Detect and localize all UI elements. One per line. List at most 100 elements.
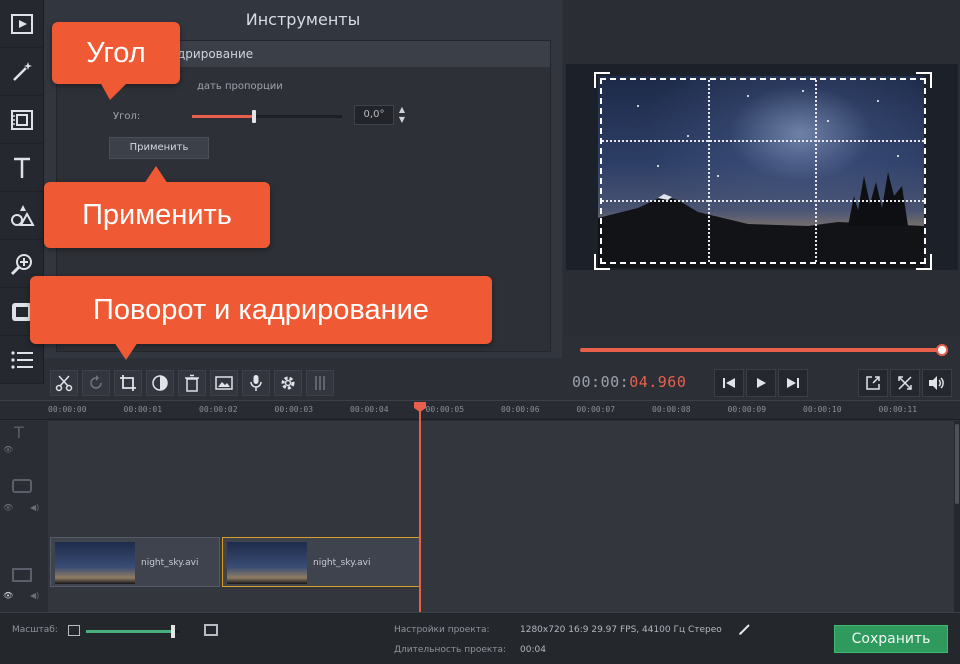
keep-ratio-label[interactable]: дать пропорции (197, 81, 283, 92)
color-adjust-button[interactable] (146, 370, 174, 396)
project-settings-label: Настройки проекта: (394, 625, 490, 635)
gear-icon (281, 376, 295, 390)
timeline-scroll-thumb[interactable] (955, 424, 959, 504)
playback-progress-bar[interactable] (580, 348, 942, 352)
zoom-label: Масштаб: (12, 625, 58, 635)
timeline-ruler[interactable]: 00:00:00 00:00:01 00:00:02 00:00:03 00:00:04… (0, 400, 960, 420)
delete-button[interactable] (178, 370, 206, 396)
pencil-icon[interactable] (738, 622, 752, 636)
ruler-tick-label: 00:00:02 (199, 405, 238, 414)
angle-slider[interactable] (192, 110, 342, 123)
crop-handle-top-left[interactable] (594, 72, 610, 88)
speaker-icon[interactable]: ◀) (30, 591, 39, 600)
skip-back-icon (723, 378, 735, 388)
speaker-icon[interactable]: ◀) (30, 503, 39, 512)
crop-grid-line (708, 80, 711, 262)
eye-icon[interactable]: 👁 (3, 445, 13, 454)
play-button[interactable] (746, 369, 776, 397)
image-icon (215, 376, 233, 390)
preview-frame (566, 64, 958, 270)
speaker-icon (929, 376, 944, 390)
crop-button[interactable] (114, 370, 142, 396)
ruler-tick-label: 00:00:04 (350, 405, 389, 414)
text-icon (14, 157, 30, 178)
angle-input[interactable]: 0,0° (354, 105, 394, 125)
callout-angle: Угол (52, 22, 180, 100)
ruler-tick-label: 00:00:01 (123, 405, 163, 414)
zoom-slider[interactable] (86, 625, 180, 638)
clip-name: night_sky.avi (141, 558, 199, 568)
ruler-tick-label: 00:00:06 (501, 405, 540, 414)
rail-titles-button[interactable] (0, 144, 44, 192)
rotate-button[interactable] (82, 370, 110, 396)
ruler-tick-label: 00:00:03 (274, 405, 314, 414)
crop-grid-line (602, 140, 924, 143)
crop-handle-bottom-right[interactable] (916, 254, 932, 270)
settings-button[interactable] (274, 370, 302, 396)
angle-label: Угол: (113, 111, 141, 122)
ruler-tick-label: 00:00:08 (652, 405, 691, 414)
callout-rotate-crop: Поворот и кадрирование (30, 276, 492, 360)
voice-record-button[interactable] (242, 370, 270, 396)
timecode-current: 04.960 (629, 373, 687, 391)
clip-properties-button[interactable] (210, 370, 238, 396)
rail-stickers-button[interactable] (0, 192, 44, 240)
crop-grid-line (814, 80, 817, 262)
crop-handle-top-right[interactable] (916, 72, 932, 88)
eye-icon[interactable]: 👁 (3, 503, 13, 512)
crop-grid-line (602, 200, 924, 203)
project-duration-value: 00:04 (520, 645, 546, 655)
cut-button[interactable] (50, 370, 78, 396)
callout-apply: Применить (44, 166, 270, 248)
project-duration-label: Длительность проекта: (394, 645, 507, 655)
playback-progress-handle[interactable] (936, 344, 948, 356)
ruler-tick-label: 00:00:11 (878, 405, 918, 414)
zoom-icon (10, 253, 32, 275)
rail-import-button[interactable] (0, 0, 44, 48)
clip-name: night_sky.avi (313, 558, 371, 568)
detach-preview-button[interactable] (858, 369, 888, 397)
timecode-base: 00:00: (572, 373, 630, 391)
rail-transitions-button[interactable] (0, 96, 44, 144)
stepper-up-icon[interactable]: ▲ (397, 105, 407, 115)
equalizer-button[interactable] (306, 370, 334, 396)
skip-forward-button[interactable] (778, 369, 808, 397)
crop-frame[interactable] (594, 72, 932, 270)
video-file-icon (11, 13, 33, 34)
equalizer-icon (315, 376, 325, 390)
crop-handle-bottom-left[interactable] (594, 254, 610, 270)
angle-slider-handle[interactable] (252, 110, 256, 123)
video-clip-selected[interactable]: night_sky.avi (222, 537, 420, 587)
timecode: 00:00:04.960 (572, 373, 686, 391)
apply-button[interactable]: Применить (109, 137, 209, 159)
stepper-down-icon[interactable]: ▼ (397, 115, 407, 125)
edit-toolbar: 00:00:04.960 (44, 366, 960, 400)
callout-rotate-crop-text: Поворот и кадрирование (93, 294, 429, 326)
clip-thumbnail (227, 542, 307, 584)
microphone-icon (250, 375, 262, 391)
video-clip[interactable]: night_sky.avi (50, 537, 220, 587)
callout-pointer (144, 166, 168, 184)
status-bar: Масштаб: Настройки проекта: 1280x720 16:… (0, 612, 960, 664)
fullscreen-button[interactable] (890, 369, 920, 397)
save-button[interactable]: Сохранить (834, 625, 948, 653)
ruler-tick-label: 00:00:10 (803, 405, 842, 414)
zoom-slider-handle[interactable] (171, 625, 176, 638)
ruler-tick-label: 00:00:09 (727, 405, 767, 414)
angle-stepper[interactable]: ▲ ▼ (397, 105, 407, 125)
callout-apply-text: Применить (82, 199, 232, 231)
fullscreen-icon (898, 376, 912, 390)
zoom-out-icon[interactable] (68, 625, 80, 636)
list-icon (11, 350, 33, 369)
magic-wand-icon (13, 61, 32, 81)
angle-slider-fill (192, 115, 252, 118)
skip-back-button[interactable] (714, 369, 744, 397)
zoom-in-icon[interactable] (204, 624, 218, 636)
rail-filters-button[interactable] (0, 48, 44, 96)
eye-icon[interactable]: 👁 (3, 591, 13, 600)
volume-button[interactable] (922, 369, 952, 397)
external-window-icon (866, 376, 880, 390)
zoom-slider-fill (86, 630, 176, 633)
play-icon (757, 378, 766, 388)
color-adjust-icon (152, 375, 168, 391)
